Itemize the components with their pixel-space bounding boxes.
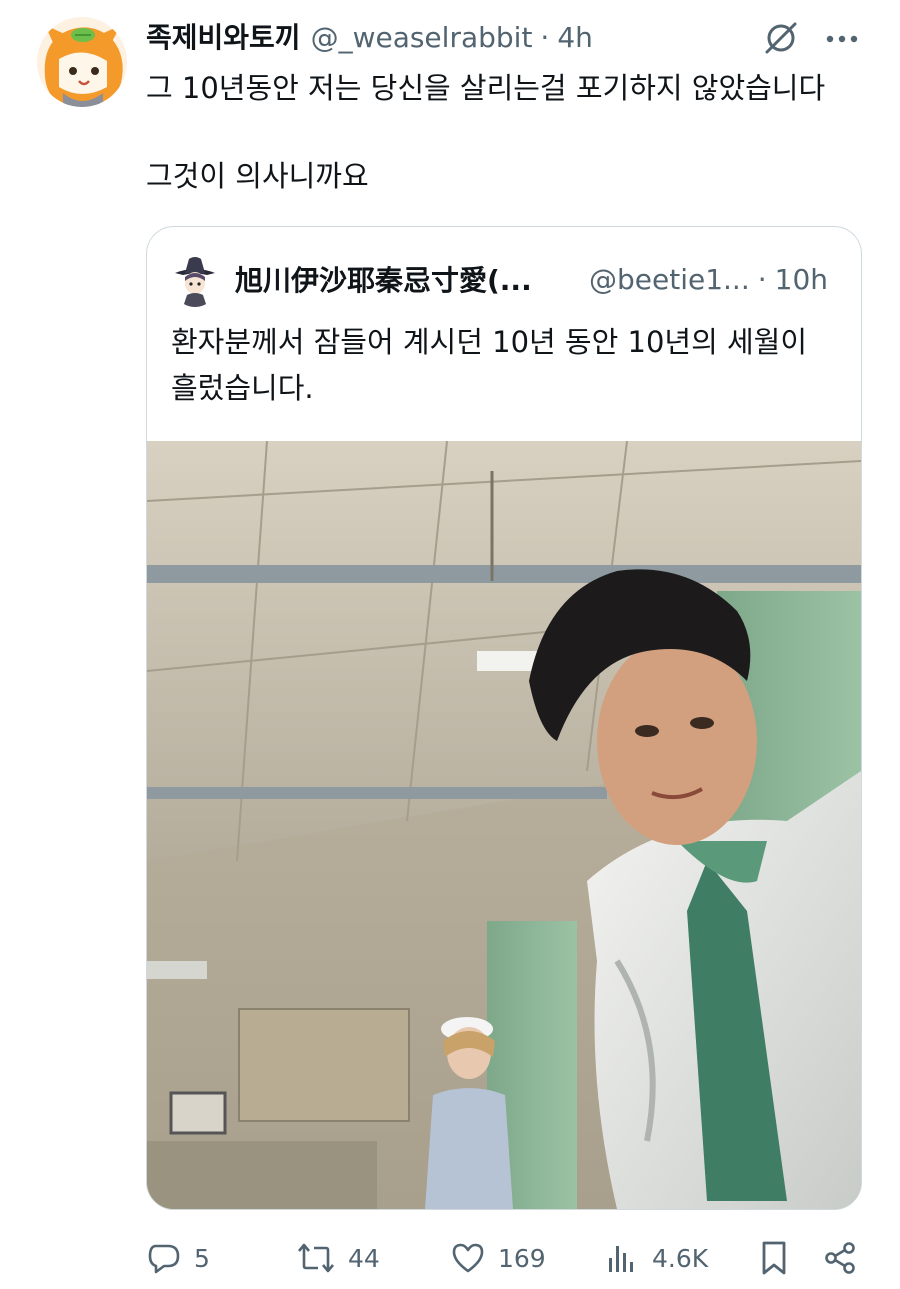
separator-dot: ·: [540, 21, 550, 54]
quoted-text: 환자분께서 잠들어 계시던 10년 동안 10년의 세월이 흘렀습니다.: [171, 325, 808, 405]
tweet-header: 족제비와토끼 @_weaselrabbit · 4h: [146, 18, 593, 58]
action-bar: 5 44 169 4.6K: [146, 1236, 866, 1280]
timestamp[interactable]: 4h: [557, 18, 593, 58]
tweet: 족제비와토끼 @_weaselrabbit · 4h 그 10년동안 저는 당신…: [0, 0, 900, 1289]
like-count: 169: [498, 1243, 546, 1273]
views-icon: [609, 1246, 633, 1272]
more-icon[interactable]: [822, 24, 862, 54]
grok-icon[interactable]: [763, 20, 799, 56]
avatar[interactable]: [37, 17, 127, 107]
share-button[interactable]: [822, 1236, 870, 1280]
views-count: 4.6K: [652, 1243, 709, 1273]
avatar-image: [37, 17, 127, 107]
repost-icon: [298, 1243, 334, 1273]
quoted-separator-dot: ·: [757, 262, 767, 296]
reply-count: 5: [194, 1243, 210, 1273]
bookmark-button[interactable]: [758, 1236, 802, 1280]
quoted-tweet[interactable]: 旭川伊沙耶秦忌寸愛(... @beetie1... · 10h 환자분께서 잠들…: [146, 226, 862, 1210]
tweet-text-line: 그것이 의사니까요: [146, 159, 369, 193]
quoted-header: 旭川伊沙耶秦忌寸愛(... @beetie1... · 10h: [235, 257, 845, 301]
tweet-text-line: 그 10년동안 저는 당신을 살리는걸 포기하지 않았습니다: [146, 71, 826, 105]
reply-icon: [148, 1244, 180, 1274]
like-button[interactable]: 169: [450, 1236, 546, 1280]
quoted-avatar[interactable]: [171, 255, 219, 307]
quoted-media-image[interactable]: [147, 441, 861, 1209]
bookmark-icon: [762, 1241, 786, 1275]
quoted-display-name[interactable]: 旭川伊沙耶秦忌寸愛(...: [235, 259, 575, 299]
repost-button[interactable]: 44: [296, 1236, 380, 1280]
views-button[interactable]: 4.6K: [604, 1236, 708, 1280]
quoted-timestamp[interactable]: 10h: [775, 263, 828, 296]
share-icon: [825, 1242, 855, 1274]
handle[interactable]: @_weaselrabbit: [311, 18, 533, 58]
quoted-handle[interactable]: @beetie1...: [589, 263, 750, 296]
tweet-text: 그 10년동안 저는 당신을 살리는걸 포기하지 않았습니다 그것이 의사니까요: [146, 66, 866, 198]
reply-button[interactable]: 5: [146, 1236, 210, 1280]
heart-icon: [452, 1243, 484, 1273]
display-name[interactable]: 족제비와토끼: [146, 18, 301, 58]
hospital-photo: [147, 441, 861, 1209]
repost-count: 44: [348, 1243, 380, 1273]
